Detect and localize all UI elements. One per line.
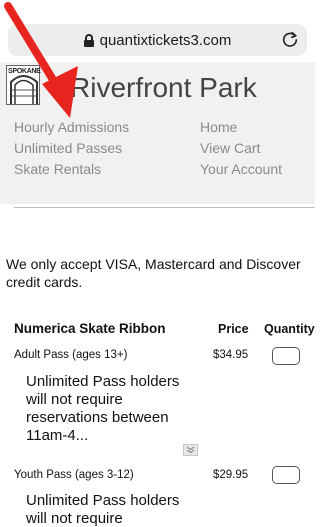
ticket-description-adult: Unlimited Pass holders will not require …	[26, 373, 180, 444]
site-header: SPOKANE Riverfront Park	[0, 62, 315, 112]
payment-notice: We only accept VISA, Mastercard and Disc…	[6, 256, 301, 290]
ticket-label-adult: Adult Pass (ages 13+)	[14, 349, 128, 361]
nav-unlimited-passes[interactable]: Unlimited Passes	[14, 140, 122, 156]
lock-icon	[83, 33, 94, 47]
park-logo[interactable]: SPOKANE	[6, 65, 41, 105]
ticket-description-youth: Unlimited Pass holders will not require	[26, 492, 180, 527]
quantity-input-youth[interactable]	[272, 466, 300, 484]
expand-description-button[interactable]	[183, 444, 198, 456]
nav-hourly-admissions[interactable]: Hourly Admissions	[14, 119, 129, 135]
ticket-price-youth: $29.95	[213, 469, 249, 481]
main-nav: Hourly Admissions Unlimited Passes Skate…	[0, 112, 315, 204]
double-chevron-down-icon	[186, 446, 195, 454]
reload-icon[interactable]	[281, 30, 299, 48]
ticket-price-adult: $34.95	[213, 349, 249, 361]
nav-home[interactable]: Home	[200, 119, 237, 135]
price-header: Price	[218, 322, 249, 336]
ticket-label-youth: Youth Pass (ages 3-12)	[14, 469, 134, 481]
product-title: Numerica Skate Ribbon	[14, 321, 166, 336]
quantity-input-adult[interactable]	[272, 347, 300, 365]
url-bar[interactable]: quantixtickets3.com	[8, 24, 307, 56]
site-title: Riverfront Park	[70, 72, 257, 103]
nav-divider	[14, 207, 315, 208]
url-display[interactable]: quantixtickets3.com	[8, 24, 307, 56]
nav-skate-rentals[interactable]: Skate Rentals	[14, 161, 101, 177]
nav-your-account[interactable]: Your Account	[200, 161, 282, 177]
nav-view-cart[interactable]: View Cart	[200, 140, 260, 156]
quantity-header: Quantity	[264, 322, 315, 336]
url-text: quantixtickets3.com	[99, 31, 232, 49]
